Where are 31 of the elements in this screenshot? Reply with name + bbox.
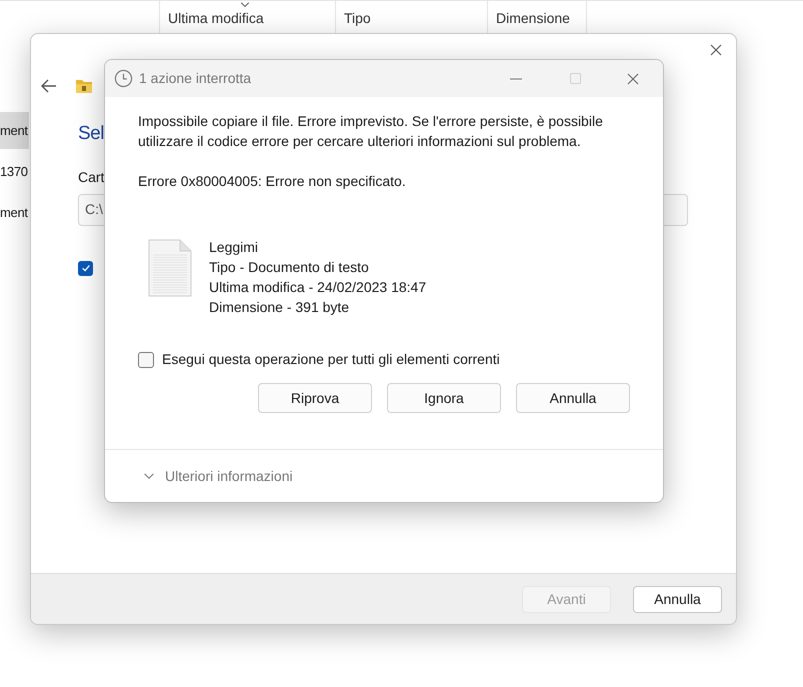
dialog-button[interactable]: Ignora [387, 383, 501, 413]
error-message: Impossibile copiare il file. Errore imprevisto. Se l'errore persiste, è possibile utilizzare il codice errore per cercare ulteriori informazioni sul problema. [138, 112, 604, 151]
sidebar-item[interactable]: 1370 [0, 153, 29, 190]
checkbox-label: Esegui questa operazione per tutti gli elementi correnti [162, 350, 500, 369]
sort-icon [240, 2, 250, 8]
checkmark-icon [80, 263, 90, 273]
chevron-icon [143, 472, 155, 480]
sidebar-item[interactable]: ment [0, 194, 29, 231]
sidebar-item[interactable]: ment [0, 112, 29, 149]
maximize-icon [570, 73, 581, 84]
checkbox[interactable] [78, 260, 93, 276]
dialog-button[interactable]: Annulla [516, 383, 630, 413]
footer-button[interactable]: Annulla [633, 586, 722, 612]
dialog-button[interactable]: Riprova [258, 383, 372, 413]
dialog-title: 1 azione interrotta [139, 69, 252, 88]
folder-icon [75, 78, 93, 94]
minimize-icon[interactable] [510, 78, 522, 80]
wizard-heading: Sel [78, 122, 104, 146]
close-icon[interactable] [710, 44, 722, 56]
clock-icon [114, 69, 133, 88]
details-toggle[interactable]: Ulteriori informazioni [105, 449, 663, 502]
file-detail: Dimensione - 391 byte [209, 298, 350, 317]
file-detail: Ultima modifica - 24/02/2023 18:47 [209, 278, 426, 297]
back-arrow-icon[interactable] [41, 79, 57, 93]
file-detail: Tipo - Documento di testo [209, 258, 370, 277]
text-document-icon [148, 239, 192, 297]
error-code: Errore 0x80004005: Errore non specificato. [138, 172, 407, 191]
file-name: Leggimi [209, 238, 260, 257]
close-icon[interactable] [627, 72, 639, 84]
checkbox[interactable] [138, 352, 154, 368]
field-label: Cart [78, 168, 104, 186]
